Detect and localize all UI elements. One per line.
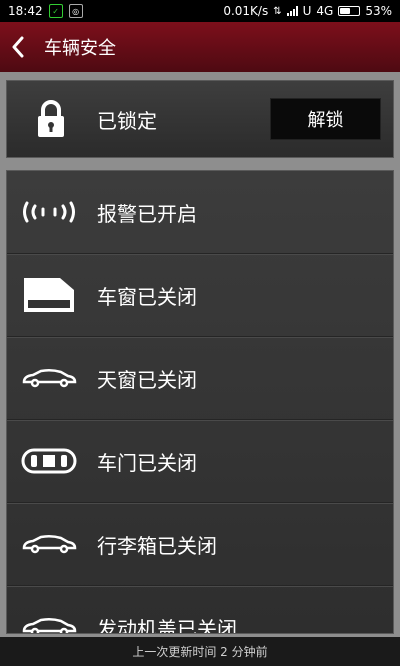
carrier-label: U <box>302 4 312 18</box>
list-item: 车窗已关闭 <box>7 254 393 337</box>
alarm-waves-icon <box>19 171 79 253</box>
item-label: 报警已开启 <box>97 201 197 226</box>
network-speed: 0.01K/s <box>223 4 269 18</box>
car-hood-icon <box>19 586 79 633</box>
status-time: 18:42 <box>8 4 43 18</box>
app-header: 车辆安全 <box>0 22 400 72</box>
item-label: 天窗已关闭 <box>97 367 197 392</box>
item-label: 发动机盖已关闭 <box>97 616 237 634</box>
list-item: 天窗已关闭 <box>7 337 393 420</box>
last-updated-footer: 上一次更新时间 2 分钟前 <box>0 637 400 666</box>
status-bar: 18:42 ✓ ◎ 0.01K/s ⇅ U 4G 53% <box>0 0 400 22</box>
item-label: 行李箱已关闭 <box>97 533 217 558</box>
vehicle-status-list: 报警已开启 车窗已关闭 天窗已关闭 车门已关闭 行李箱已关闭 发动机盖已关闭 <box>6 170 394 634</box>
chevron-left-icon[interactable] <box>0 22 36 72</box>
signal-icon <box>286 6 298 16</box>
message-icon: ◎ <box>68 4 83 18</box>
car-door-icon <box>19 420 79 502</box>
unlock-button[interactable]: 解锁 <box>270 98 381 140</box>
car-sunroof-icon <box>19 337 79 419</box>
list-item: 车门已关闭 <box>7 420 393 503</box>
list-item: 行李箱已关闭 <box>7 503 393 586</box>
page-title: 车辆安全 <box>44 38 116 59</box>
battery-icon <box>338 6 361 16</box>
data-arrows-icon: ⇅ <box>273 5 282 17</box>
battery-percent: 53% <box>365 4 392 18</box>
lock-status-card: 已锁定 解锁 <box>6 80 394 158</box>
list-item: 发动机盖已关闭 <box>7 586 393 634</box>
list-item: 报警已开启 <box>7 171 393 254</box>
wechat-icon: ✓ <box>48 4 63 18</box>
lock-status-label: 已锁定 <box>97 108 157 133</box>
lock-icon <box>21 81 81 157</box>
network-type: 4G <box>316 4 334 18</box>
item-label: 车门已关闭 <box>97 450 197 475</box>
car-trunk-icon <box>19 503 79 585</box>
item-label: 车窗已关闭 <box>97 284 197 309</box>
window-icon <box>19 254 79 336</box>
